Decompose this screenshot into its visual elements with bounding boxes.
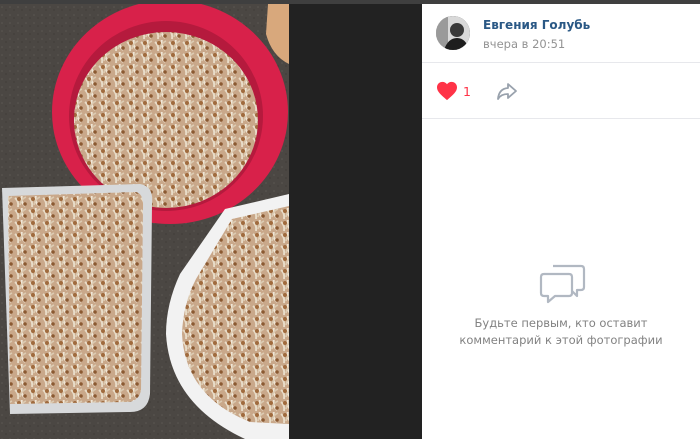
empty-comments-message: Будьте первым, кто оставит комментарий к…: [459, 316, 663, 347]
photo-image: [0, 4, 289, 439]
comments-empty-state: Будьте первым, кто оставит комментарий к…: [422, 119, 700, 439]
post-header: Евгения Голубь вчера в 20:51: [422, 4, 700, 63]
photo-stage[interactable]: [0, 4, 422, 439]
like-button[interactable]: 1: [436, 79, 471, 103]
heart-icon: [437, 81, 457, 101]
share-arrow-icon: [497, 83, 517, 100]
photo-viewer: Евгения Голубь вчера в 20:51 1 Будьте пе: [0, 0, 700, 439]
post-actions: 1: [422, 63, 700, 119]
avatar-image: [436, 16, 470, 50]
photo[interactable]: [0, 4, 289, 439]
author-name-link[interactable]: Евгения Голубь: [483, 18, 590, 32]
avatar[interactable]: [436, 16, 470, 50]
post-time[interactable]: вчера в 20:51: [483, 37, 565, 51]
speech-bubbles-icon: [539, 264, 586, 304]
info-panel: Евгения Голубь вчера в 20:51 1 Будьте пе: [422, 4, 700, 439]
share-button[interactable]: [495, 79, 519, 103]
like-count: 1: [463, 83, 471, 99]
